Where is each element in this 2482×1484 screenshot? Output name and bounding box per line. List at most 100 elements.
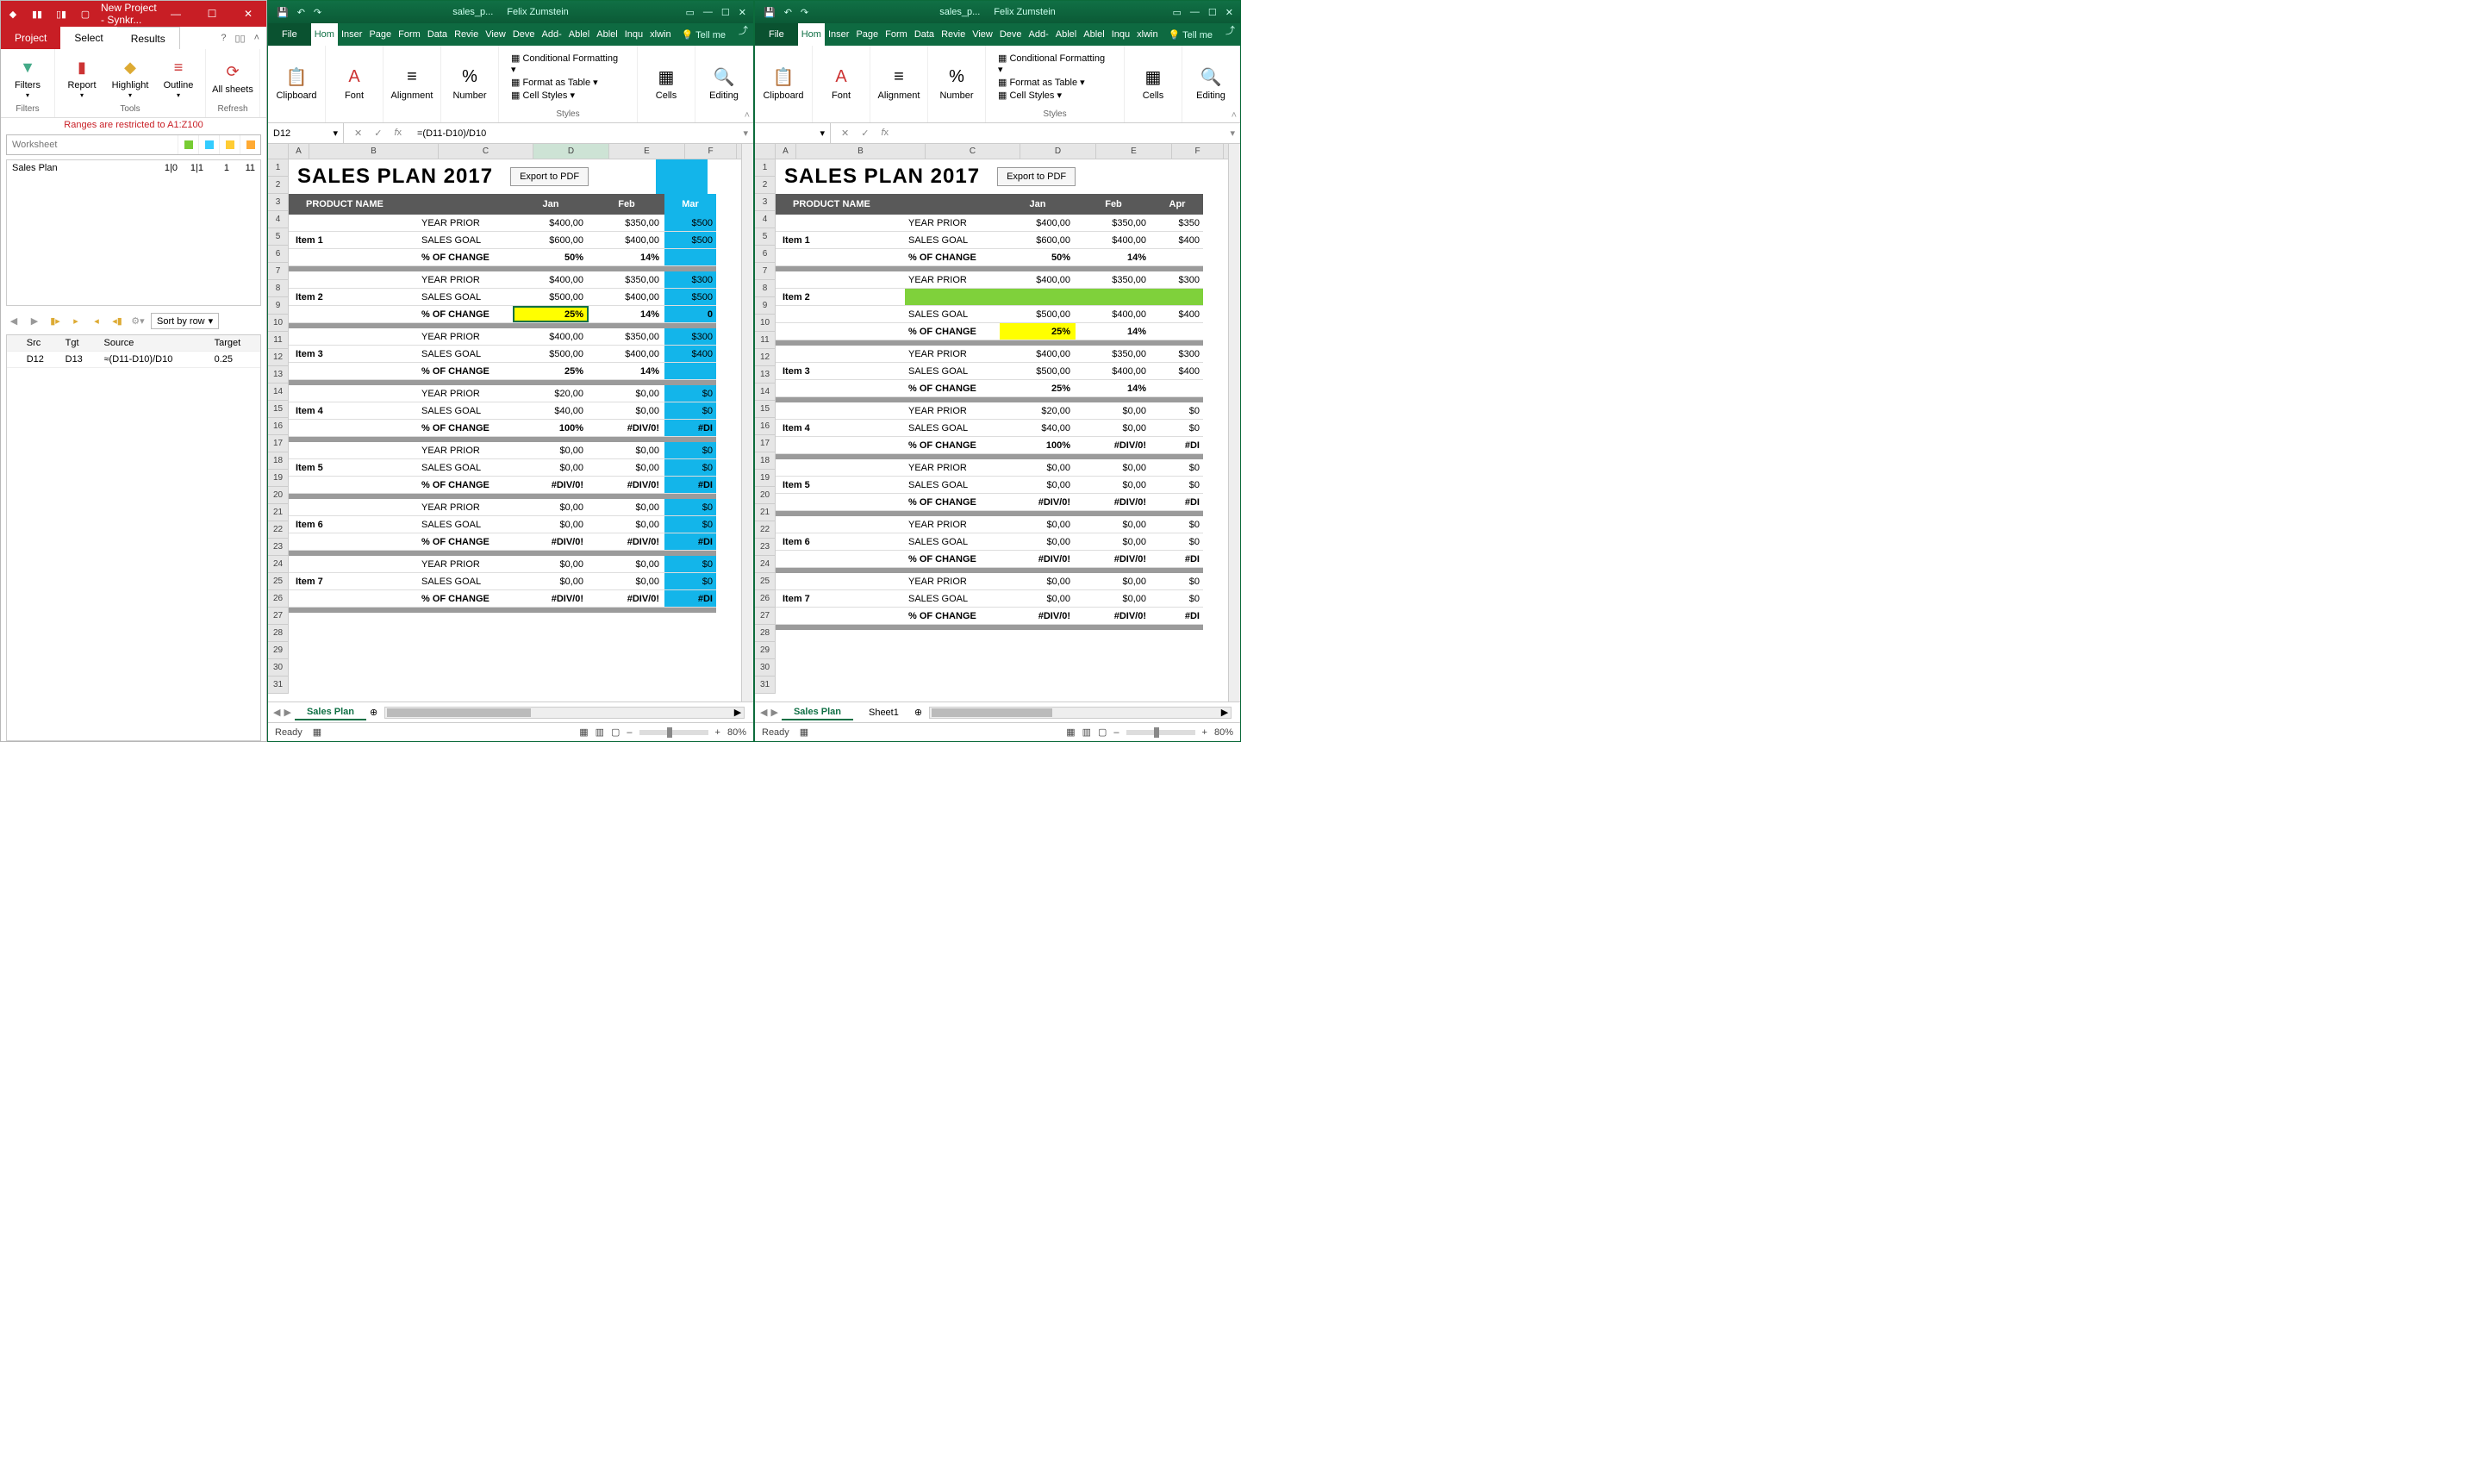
font-button[interactable]: AFont (331, 66, 377, 101)
ribbon-tab[interactable]: View (482, 23, 509, 46)
ws-box-2[interactable] (198, 135, 219, 154)
export-pdf-button[interactable]: Export to PDF (997, 167, 1076, 186)
ribbon-tab[interactable]: Data (424, 23, 451, 46)
cell-styles[interactable]: ▦ Cell Styles ▾ (998, 90, 1112, 101)
alignment-button[interactable]: ≡Alignment (876, 66, 922, 101)
enter-icon[interactable]: ✓ (861, 128, 869, 139)
cond-fmt[interactable]: ▦ Conditional Formatting ▾ (998, 53, 1112, 75)
view-layout-icon[interactable]: ▥ (596, 726, 604, 738)
doc-icon[interactable]: ▢ (73, 2, 97, 26)
ribbon-tab[interactable]: xlwin (646, 23, 674, 46)
redo-icon[interactable]: ↷ (314, 7, 321, 18)
ribbon-tab[interactable]: File (755, 23, 798, 46)
highlight-button[interactable]: ◆Highlight▾ (109, 53, 152, 104)
cells-button[interactable]: ▦Cells (1130, 66, 1176, 101)
nav-b2[interactable]: ▸ (68, 314, 84, 329)
filters-button[interactable]: ▼Filters▾ (6, 53, 49, 104)
help-icon[interactable]: ? (221, 33, 226, 43)
zoom-slider[interactable] (639, 730, 708, 735)
view-break-icon[interactable]: ▢ (611, 726, 620, 738)
sheet-tab[interactable]: Sales Plan (295, 705, 366, 720)
add-sheet-icon[interactable]: ⊕ (370, 707, 377, 718)
close-button[interactable]: ✕ (230, 1, 266, 27)
share-icon[interactable]: ⤴ (1220, 23, 1240, 46)
sort-dropdown[interactable]: Sort by row ▾ (151, 313, 219, 329)
formula-input[interactable]: =(D11-D10)/D10 (412, 128, 738, 139)
add-sheet-icon[interactable]: ⊕ (914, 707, 922, 718)
fmt-table[interactable]: ▦ Format as Table ▾ (998, 77, 1112, 88)
cancel-icon[interactable]: ✕ (354, 128, 362, 139)
gear-icon[interactable]: ⚙▾ (130, 314, 146, 329)
layout-icon[interactable]: ▮▮ (25, 2, 49, 26)
ribbon-tab[interactable]: Hom (311, 23, 338, 46)
ribbon-tab[interactable]: Form (395, 23, 424, 46)
alignment-button[interactable]: ≡Alignment (389, 66, 435, 101)
editing-button[interactable]: 🔍Editing (701, 66, 747, 101)
chevron-up-icon[interactable]: ˄ (254, 33, 259, 43)
view-normal-icon[interactable]: ▦ (1066, 726, 1075, 738)
ws-box-1[interactable] (178, 135, 198, 154)
ribbon-tab[interactable]: xlwin (1133, 23, 1161, 46)
editing-button[interactable]: 🔍Editing (1188, 66, 1234, 101)
minimize-button[interactable]: — (158, 1, 194, 27)
close-icon[interactable]: ✕ (739, 7, 746, 18)
cell-styles[interactable]: ▦ Cell Styles ▾ (511, 90, 625, 101)
ribbon-tab[interactable]: Ablel (1052, 23, 1080, 46)
cond-fmt[interactable]: ▦ Conditional Formatting ▾ (511, 53, 625, 75)
vscroll[interactable] (1228, 144, 1240, 701)
ribbon-tab[interactable]: Inser (338, 23, 365, 46)
ribbon-tab[interactable]: Data (911, 23, 938, 46)
panels-icon[interactable]: ▯▯ (234, 33, 245, 44)
macro-icon[interactable]: ▦ (800, 726, 808, 738)
nav-b4[interactable]: ◂▮ (109, 314, 125, 329)
tellme[interactable]: 💡 Tell me (1163, 23, 1218, 46)
tab-nav-next[interactable]: ▶ (770, 707, 777, 718)
share-icon[interactable]: ⤴ (733, 23, 753, 46)
font-button[interactable]: AFont (818, 66, 864, 101)
nav-prev[interactable]: ◀ (6, 314, 22, 329)
macro-icon[interactable]: ▦ (313, 726, 321, 738)
redo-icon[interactable]: ↷ (801, 7, 808, 18)
ribbon-tab[interactable]: Add- (1026, 23, 1052, 46)
sheet-row[interactable]: Sales Plan 1|0 1|1 1 11 (7, 160, 260, 176)
ribbon-tab[interactable]: Add- (539, 23, 565, 46)
tab-project[interactable]: Project (1, 27, 60, 49)
cancel-icon[interactable]: ✕ (841, 128, 849, 139)
cells-button[interactable]: ▦Cells (643, 66, 689, 101)
name-box[interactable] (273, 128, 333, 139)
view-normal-icon[interactable]: ▦ (579, 726, 588, 738)
zoom-slider[interactable] (1126, 730, 1195, 735)
grid[interactable]: ABCDEF 123456789101112131415161718192021… (268, 144, 741, 701)
min-icon[interactable]: — (1190, 7, 1200, 18)
ws-box-3[interactable] (219, 135, 240, 154)
ribbon-tab[interactable]: Inqu (1108, 23, 1133, 46)
tellme[interactable]: 💡 Tell me (677, 23, 731, 46)
name-box[interactable] (760, 128, 820, 139)
ribbon-tab[interactable]: Ablel (565, 23, 593, 46)
ribbon-tab[interactable]: Form (882, 23, 911, 46)
ribbon-tab[interactable]: View (969, 23, 996, 46)
report-button[interactable]: ▮Report▾ (60, 53, 103, 104)
ribbon-tab[interactable]: Revie (938, 23, 969, 46)
sheet-tab[interactable]: Sales Plan (782, 705, 853, 720)
grid[interactable]: ABCDEF 123456789101112131415161718192021… (755, 144, 1228, 701)
view-layout-icon[interactable]: ▥ (1082, 726, 1091, 738)
tab-nav-next[interactable]: ▶ (284, 707, 290, 718)
layout-icon-2[interactable]: ▯▮ (49, 2, 73, 26)
ribbon-tab[interactable]: File (268, 23, 311, 46)
ribbon-tab[interactable]: Inqu (621, 23, 646, 46)
tab-results[interactable]: Results (117, 27, 180, 49)
zoom-pct[interactable]: 80% (727, 727, 746, 738)
nav-b3[interactable]: ◂ (89, 314, 104, 329)
ribbon-tab[interactable]: Page (365, 23, 395, 46)
view-break-icon[interactable]: ▢ (1098, 726, 1107, 738)
clipboard-button[interactable]: 📋Clipboard (760, 66, 807, 101)
tab-nav-prev[interactable]: ◀ (760, 707, 767, 718)
max-icon[interactable]: ☐ (721, 7, 730, 18)
ribbon-opts-icon[interactable]: ▭ (1173, 7, 1182, 18)
min-icon[interactable]: — (703, 7, 713, 18)
fmt-table[interactable]: ▦ Format as Table ▾ (511, 77, 625, 88)
hscroll[interactable]: ◀▶ (929, 707, 1232, 719)
vscroll[interactable] (741, 144, 753, 701)
ribbon-tab[interactable]: Deve (996, 23, 1026, 46)
